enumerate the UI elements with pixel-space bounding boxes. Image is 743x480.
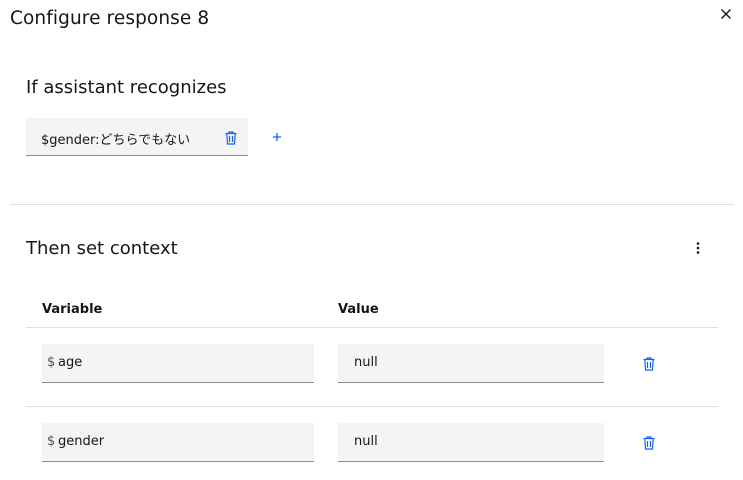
variable-input[interactable]: $ gender bbox=[42, 423, 314, 462]
variable-prefix: $ bbox=[47, 355, 56, 370]
condition-tag-text: $gender:どちらでもない bbox=[41, 133, 191, 148]
value-text: null bbox=[354, 434, 378, 449]
dialog-title: Configure response 8 bbox=[10, 8, 210, 29]
context-heading: Then set context bbox=[26, 238, 178, 259]
variable-prefix: $ bbox=[47, 434, 56, 449]
value-input[interactable]: null bbox=[338, 344, 604, 383]
table-header-divider bbox=[26, 327, 718, 328]
trash-icon[interactable] bbox=[223, 130, 239, 146]
trash-icon[interactable] bbox=[641, 356, 657, 372]
variable-value: age bbox=[58, 355, 83, 370]
variable-input[interactable]: $ age bbox=[42, 344, 314, 383]
trash-icon[interactable] bbox=[641, 435, 657, 451]
overflow-menu-icon[interactable] bbox=[690, 240, 706, 256]
section-divider bbox=[10, 204, 734, 205]
value-text: null bbox=[354, 355, 378, 370]
condition-heading: If assistant recognizes bbox=[26, 77, 227, 98]
variable-value: gender bbox=[58, 434, 105, 449]
add-condition-button[interactable] bbox=[270, 130, 284, 144]
value-input[interactable]: null bbox=[338, 423, 604, 462]
row-divider bbox=[26, 406, 718, 407]
column-header-variable: Variable bbox=[42, 302, 103, 317]
condition-tag[interactable]: $gender:どちらでもない bbox=[26, 118, 248, 156]
column-header-value: Value bbox=[338, 302, 379, 317]
close-icon[interactable] bbox=[718, 6, 734, 22]
